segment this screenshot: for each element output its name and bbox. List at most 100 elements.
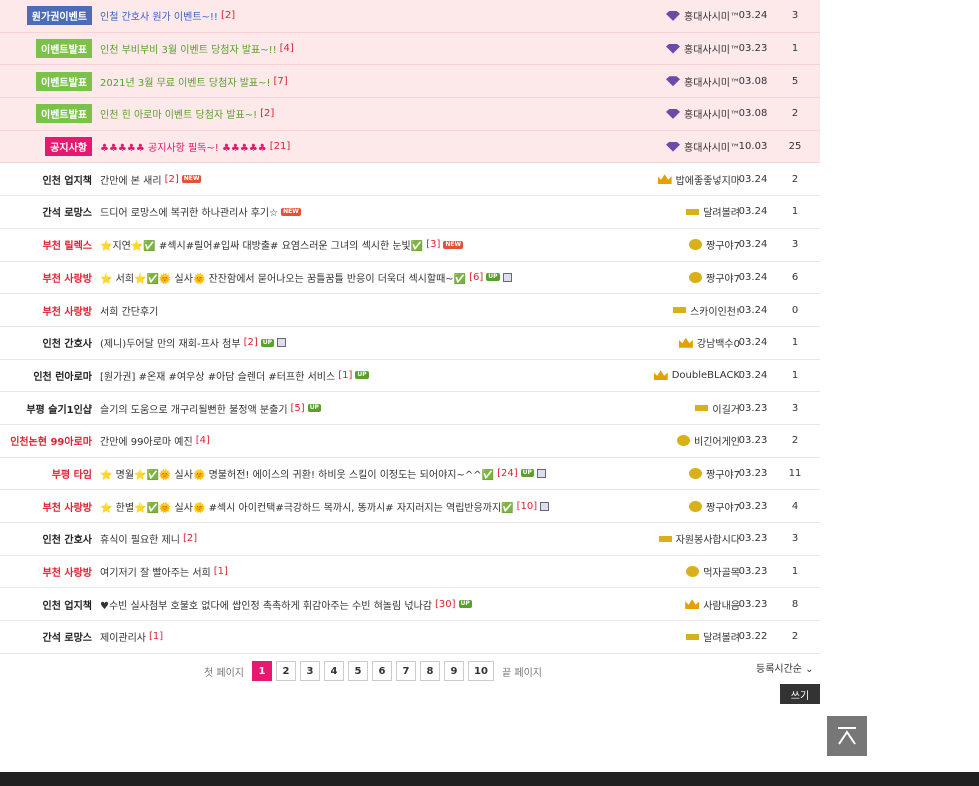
post-category[interactable]: 이벤트발표 [36, 98, 92, 130]
post-author[interactable]: 강남백수0 [640, 327, 740, 359]
post-title-link[interactable]: ♥수빈 실사첨부 호불호 없다에 쌉인정 촉촉하게 휘감아주는 수빈 혀놀림 넋… [100, 588, 472, 620]
post-title-link[interactable]: 제이관리사 [1] [100, 621, 163, 653]
post-title-link[interactable]: 간만에 본 새리 [2] NEW [100, 163, 202, 195]
post-row[interactable]: 간석 로망스 제이관리사 [1] 달려볼려 03.22 2 [0, 621, 820, 654]
write-button[interactable]: 쓰기 [780, 684, 820, 704]
post-category[interactable]: 인천 런아로마 [33, 360, 92, 392]
post-row[interactable]: 부평 슬기1인샵 슬기의 도움으로 개구리될뻔한 불정액 분출기 [5] UP 이길거 0… [0, 392, 820, 425]
post-author[interactable]: 홍대사시미™ [640, 65, 740, 97]
post-row[interactable]: 인천 간호사 휴식이 필요한 제니 [2] 자원봉사합시다 03.23 3 [0, 523, 820, 556]
post-row[interactable]: 부평 타임 ⭐ 명월⭐✅🌞 실사🌞 명불허전! 에이스의 귀환! 하비웃 스킬이 … [0, 458, 820, 491]
post-row[interactable]: 인천 런아로마 [원가권] #온재 #여우상 #아담 슬렌더 #터프한 서비스 [1… [0, 360, 820, 393]
sort-dropdown[interactable]: 등록시간순 ⌄ [756, 660, 814, 675]
page-button[interactable]: 2 [275, 661, 296, 681]
post-row[interactable]: 부천 사랑방 서희 간단후기 스카이인천! 03.24 0 [0, 294, 820, 327]
post-category[interactable]: 부천 사랑방 [43, 262, 92, 294]
post-row[interactable]: 부천 사랑방 ⭐ 서희⭐✅🌞 실사🌞 잔잔함에서 묻어나오는 꿈틀꿈틀 반응이 더… [0, 262, 820, 295]
post-title-link[interactable]: 인철 간호사 원가 이벤트~!! [2] [100, 0, 235, 32]
post-author[interactable]: 달려볼려 [640, 196, 740, 228]
post-author[interactable]: DoubleBLACK [640, 360, 740, 392]
post-row[interactable]: 인천 업지책 ♥수빈 실사첨부 호불호 없다에 쌉인정 촉촉하게 휘감아주는 수빈… [0, 588, 820, 622]
post-title-link[interactable]: 인천 부비부비 3월 이벤트 당첨자 발표~!! [4] [100, 33, 294, 65]
category-label: 원가권이벤트 [26, 6, 92, 26]
post-author[interactable]: 먹자골목 [640, 556, 740, 588]
post-title-link[interactable]: 2021년 3월 무료 이벤트 당첨자 발표~! [7] [100, 65, 288, 97]
post-author[interactable]: 짱구야7 [640, 458, 740, 490]
post-category[interactable]: 이벤트발표 [36, 65, 92, 97]
post-category[interactable]: 공지사항 [45, 131, 92, 163]
post-row[interactable]: 부천 릴렉스 ⭐지연⭐✅ #섹시#릴어#입싸 대방출# 요염스러운 그녀의 섹시한… [0, 229, 820, 262]
post-title-link[interactable]: 드디어 로망스에 복귀한 하나관리사 후기☆ NEW [100, 196, 301, 228]
post-title-link[interactable]: 서희 간단후기 [100, 294, 158, 326]
post-category[interactable]: 이벤트발표 [36, 33, 92, 65]
page-button[interactable]: 3 [299, 661, 320, 681]
post-category[interactable]: 인천논현 99아로마 [10, 425, 92, 457]
post-row[interactable]: 간석 로망스 드디어 로망스에 복귀한 하나관리사 후기☆ NEW 달려볼려 03.24… [0, 196, 820, 229]
post-author[interactable]: 짱구야7 [640, 490, 740, 522]
post-title: 여기저기 잘 빨아주는 서희 [100, 568, 211, 580]
first-page-link[interactable]: 첫 페이지 [200, 664, 248, 679]
post-row[interactable]: 공지사항 ♣♣♣♣♣ 공지사항 필독~! ♣♣♣♣♣ [21] 홍대사시미™ 10.03… [0, 130, 820, 164]
comment-count: [6] [469, 271, 484, 283]
post-category[interactable]: 인천 간호사 [43, 523, 92, 555]
post-category[interactable]: 간석 로망스 [43, 196, 92, 228]
post-category[interactable]: 원가권이벤트 [26, 0, 92, 32]
post-row[interactable]: 이벤트발표 2021년 3월 무료 이벤트 당첨자 발표~! [7] 홍대사시미™ 03… [0, 65, 820, 99]
post-title-link[interactable]: 여기저기 잘 빨아주는 서희 [1] [100, 556, 228, 588]
page-button[interactable]: 5 [347, 661, 368, 681]
post-title-link[interactable]: 간만에 99아로마 예진 [4] [100, 425, 210, 457]
post-title-link[interactable]: [원가권] #온재 #여우상 #아담 슬렌더 #터프한 서비스 [1] UP [100, 360, 369, 392]
last-page-link[interactable]: 끝 페이지 [498, 664, 546, 679]
post-title-link[interactable]: ⭐ 서희⭐✅🌞 실사🌞 잔잔함에서 묻어나오는 꿈틀꿈틀 반응이 더욱더 섹시할… [100, 262, 512, 294]
page-button[interactable]: 1 [251, 661, 272, 681]
post-author[interactable]: 밥에좋좋넣지마 [640, 163, 740, 195]
post-author[interactable]: 달려볼려 [640, 621, 740, 653]
post-row[interactable]: 부천 사랑방 여기저기 잘 빨아주는 서희 [1] 먹자골목 03.23 1 [0, 556, 820, 589]
post-row[interactable]: 이벤트발표 인천 힌 아로마 이벤트 당첨자 발표~! [2] 홍대사시미™ 03.08… [0, 98, 820, 131]
arrow-up-icon [838, 727, 856, 745]
post-category[interactable]: 부평 슬기1인샵 [26, 392, 92, 424]
post-category[interactable]: 부천 사랑방 [43, 490, 92, 522]
post-category[interactable]: 간석 로망스 [43, 621, 92, 653]
post-category[interactable]: 인천 업지책 [43, 163, 92, 195]
page-button[interactable]: 7 [395, 661, 416, 681]
post-author[interactable]: 비긴어게인 [640, 425, 740, 457]
post-title-link[interactable]: 인천 힌 아로마 이벤트 당첨자 발표~! [2] [100, 98, 274, 130]
page-button[interactable]: 6 [371, 661, 392, 681]
post-row[interactable]: 부천 사랑방 ⭐ 한별⭐✅🌞 실사🌞 #섹시 아이컨택#극강하드 목까시, 똥까시… [0, 490, 820, 523]
post-row[interactable]: 인천논현 99아로마 간만에 99아로마 예진 [4] 비긴어게인 03.23 2 [0, 425, 820, 458]
post-title-link[interactable]: (제니)두어달 만의 재회-프사 첨부 [2] UP [100, 327, 287, 359]
scroll-top-button[interactable] [827, 716, 867, 756]
post-author[interactable]: 짱구야7 [640, 262, 740, 294]
post-author[interactable]: 자원봉사합시다 [640, 523, 740, 555]
post-category[interactable]: 부천 릴렉스 [43, 229, 92, 261]
post-title-link[interactable]: ⭐ 명월⭐✅🌞 실사🌞 명불허전! 에이스의 귀환! 하비웃 스킬이 이정도는 … [100, 458, 546, 490]
post-author[interactable]: 홍대사시미™ [640, 33, 740, 65]
post-author[interactable]: 스카이인천! [640, 294, 740, 326]
post-row[interactable]: 원가권이벤트 인철 간호사 원가 이벤트~!! [2] 홍대사시미™ 03.24 3 [0, 0, 820, 33]
post-author[interactable]: 사람내음 [640, 588, 740, 620]
post-title-link[interactable]: ⭐ 한별⭐✅🌞 실사🌞 #섹시 아이컨택#극강하드 목까시, 똥까시# 자지러지… [100, 490, 550, 522]
post-title-link[interactable]: ⭐지연⭐✅ #섹시#릴어#입싸 대방출# 요염스러운 그녀의 섹시한 눈빛✅ [3… [100, 229, 464, 261]
post-title-link[interactable]: 휴식이 필요한 제니 [2] [100, 523, 197, 555]
post-author[interactable]: 홍대사시미™ [640, 98, 740, 130]
post-category[interactable]: 부평 타임 [52, 458, 92, 490]
page-button[interactable]: 8 [419, 661, 440, 681]
post-row[interactable]: 인천 업지책 간만에 본 새리 [2] NEW 밥에좋좋넣지마 03.24 2 [0, 163, 820, 197]
page-button[interactable]: 10 [467, 661, 494, 681]
post-row[interactable]: 이벤트발표 인천 부비부비 3월 이벤트 당첨자 발표~!! [4] 홍대사시미™ 03… [0, 32, 820, 66]
post-title-link[interactable]: 슬기의 도움으로 개구리될뻔한 불정액 분출기 [5] UP [100, 392, 321, 424]
post-author[interactable]: 홍대사시미™ [640, 0, 740, 32]
post-title-link[interactable]: ♣♣♣♣♣ 공지사항 필독~! ♣♣♣♣♣ [21] [100, 131, 290, 163]
post-category[interactable]: 부천 사랑방 [43, 556, 92, 588]
post-category[interactable]: 인천 업지책 [43, 588, 92, 620]
page-button[interactable]: 4 [323, 661, 344, 681]
post-author[interactable]: 짱구야7 [640, 229, 740, 261]
post-category[interactable]: 인천 간호사 [43, 327, 92, 359]
post-author[interactable]: 홍대사시미™ [640, 131, 740, 163]
post-row[interactable]: 인천 간호사 (제니)두어달 만의 재회-프사 첨부 [2] UP 강남백수0 03.24… [0, 327, 820, 360]
post-date: 03.08 [738, 75, 768, 87]
page-button[interactable]: 9 [443, 661, 464, 681]
post-category[interactable]: 부천 사랑방 [43, 294, 92, 326]
post-author[interactable]: 이길거 [640, 392, 740, 424]
